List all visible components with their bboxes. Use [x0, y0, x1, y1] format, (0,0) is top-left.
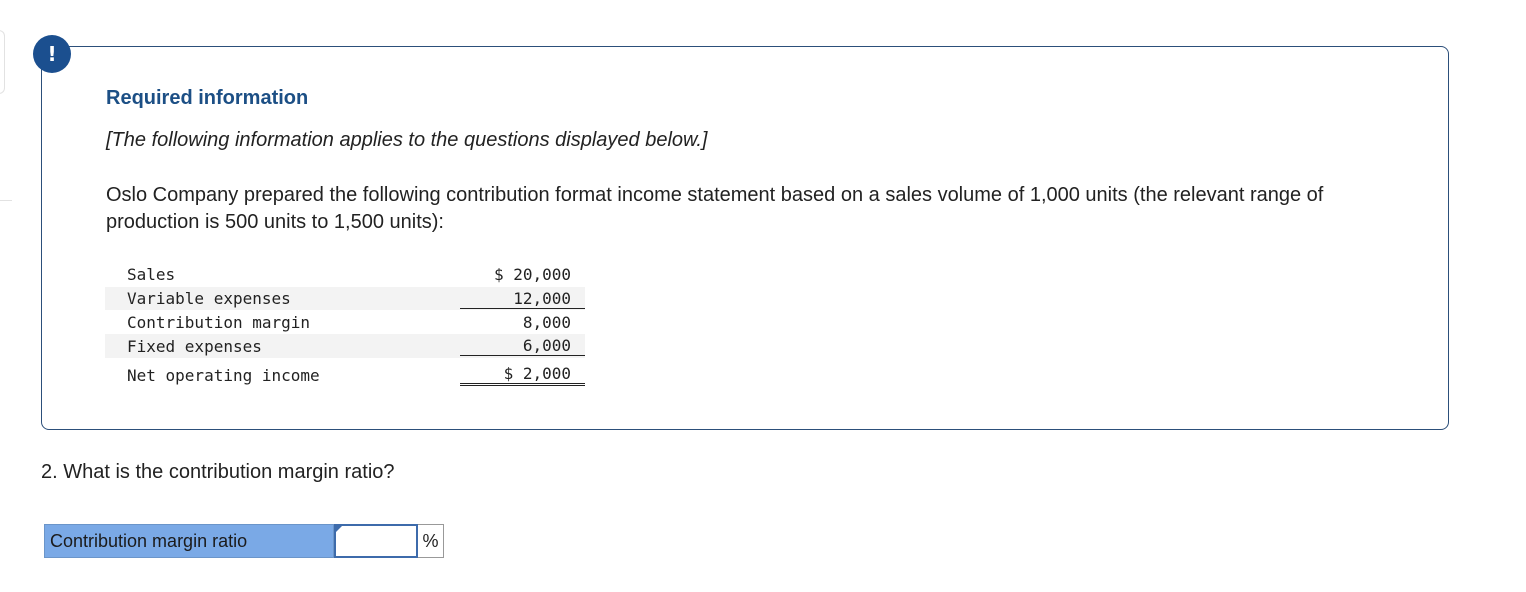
income-statement: Sales $ 20,000 Variable expenses 12,000 …: [105, 262, 585, 392]
statement-amount: 8,000: [522, 312, 571, 332]
side-panel-edge: [0, 30, 5, 94]
statement-label: Variable expenses: [127, 289, 291, 308]
statement-row-net-operating-income: Net operating income $ 2,000: [105, 358, 585, 392]
statement-amount: $ 2,000: [460, 364, 585, 386]
contribution-margin-ratio-input[interactable]: [334, 524, 418, 558]
statement-amount: $ 20,000: [493, 265, 571, 284]
required-information-box: Required information [The following info…: [41, 46, 1449, 430]
question-text: 2. What is the contribution margin ratio…: [41, 461, 395, 483]
input-corner-flag-icon: [334, 526, 342, 534]
info-note: [The following information applies to th…: [106, 129, 708, 151]
statement-row-fixed-expenses: Fixed expenses 6,000: [105, 334, 585, 358]
info-description: Oslo Company prepared the following cont…: [106, 184, 1324, 233]
exclamation-icon: !: [33, 35, 71, 73]
answer-row: Contribution margin ratio %: [44, 524, 444, 558]
side-divider: [0, 200, 12, 201]
answer-label: Contribution margin ratio: [44, 524, 334, 558]
statement-label: Net operating income: [127, 365, 320, 385]
statement-label: Fixed expenses: [127, 336, 262, 356]
statement-amount: 6,000: [460, 336, 585, 356]
info-title: Required information: [106, 87, 309, 109]
statement-row-variable-expenses: Variable expenses 12,000: [105, 287, 585, 310]
statement-label: Sales: [127, 265, 176, 284]
statement-amount: 12,000: [460, 289, 585, 309]
statement-row-sales: Sales $ 20,000: [105, 262, 585, 287]
statement-label: Contribution margin: [127, 312, 311, 332]
statement-row-contribution-margin: Contribution margin 8,000: [105, 310, 585, 334]
percent-unit: %: [418, 524, 444, 558]
